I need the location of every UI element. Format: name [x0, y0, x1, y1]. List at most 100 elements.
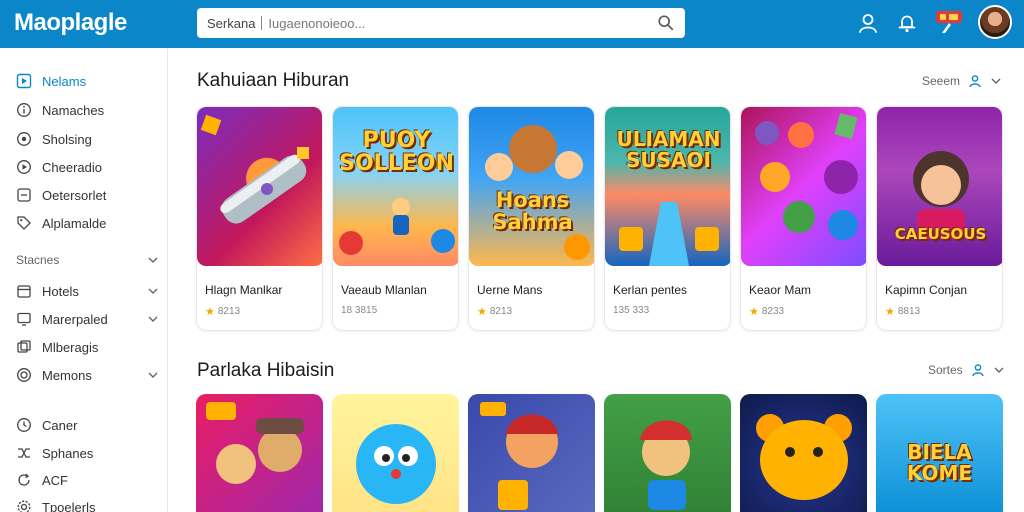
game-thumbnail[interactable]	[196, 394, 323, 512]
game-art-title: CAEUSOUS	[894, 225, 987, 243]
chevron-down-icon	[148, 257, 158, 263]
chevron-down-icon	[148, 288, 158, 294]
game-thumbnail[interactable]	[332, 394, 459, 512]
sidebar-item-label: Marerpaled	[42, 311, 108, 327]
sidebar-item-alplamalde[interactable]: Alplamalde	[16, 212, 161, 234]
clock-icon	[17, 418, 31, 432]
chevron-down-icon	[148, 372, 158, 378]
boy-with-hat-illustration	[640, 420, 692, 510]
game-meta-value: 8813	[897, 306, 921, 317]
game-meta-value: 8213	[489, 306, 513, 317]
game-card[interactable]: Keaor Mam ★ 8233	[740, 106, 867, 331]
sidebar-item-cheeradio[interactable]: Cheeradio	[16, 156, 161, 178]
sidebar-item-sphanes[interactable]: Sphanes	[16, 442, 161, 464]
record-icon	[17, 368, 31, 382]
sidebar-item-marerpaled[interactable]: Marerpaled	[16, 308, 161, 330]
game-meta: 18 3815	[341, 305, 377, 316]
search-input[interactable]: Serkana Iugaenonoieoo...	[197, 8, 685, 38]
game-meta: 135 333	[613, 305, 649, 316]
circle-info-icon	[17, 103, 31, 117]
chevron-down-icon	[994, 367, 1004, 373]
search-scope-label: Serkana	[207, 15, 256, 31]
user-icon[interactable]	[857, 12, 879, 34]
game-art-title: Hoans Sahma	[492, 188, 573, 235]
game-thumbnail	[741, 107, 866, 266]
search-divider	[261, 16, 263, 30]
square-icon	[17, 188, 31, 202]
game-meta-value: 8233	[761, 306, 785, 317]
stack-icon	[17, 340, 31, 353]
game-title: Uerne Mans	[477, 283, 543, 297]
game-meta: ★ 8813	[885, 305, 920, 318]
search-icon[interactable]	[657, 14, 675, 32]
game-thumbnail[interactable]	[740, 394, 867, 512]
blue-creature-illustration	[356, 424, 436, 504]
game-thumbnail: ULIAMAN SUSAOI	[605, 107, 730, 266]
search-placeholder: Iugaenonoieoo...	[268, 15, 366, 31]
game-thumbnail: PUOY SOLLEON	[333, 107, 458, 266]
game-meta: ★ 8213	[205, 305, 240, 318]
star-icon: ★	[477, 306, 487, 318]
game-card[interactable]: PUOY SOLLEON Vaeaub Mlanlan 18 3815	[332, 106, 459, 331]
circle-icon	[17, 132, 31, 146]
sidebar-item-label: Cheeradio	[42, 159, 102, 175]
game-meta-value: 8213	[217, 306, 241, 317]
sidebar-item-hotels[interactable]: Hotels	[16, 280, 161, 302]
sidebar-item-label: Sphanes	[42, 445, 94, 461]
chevron-down-icon	[991, 78, 1001, 84]
game-title: Kerlan pentes	[613, 283, 688, 297]
game-card[interactable]: CAEUSOUS Kapimn Conjan ★ 8813	[876, 106, 1003, 331]
user-filter-icon	[969, 75, 981, 88]
game-card[interactable]: Hlagn Manlkar ★ 8213	[196, 106, 323, 331]
section-filter-label: Seeem	[922, 74, 961, 88]
game-thumbnail[interactable]	[468, 394, 595, 512]
sidebar-item-label: Alplamalde	[42, 215, 107, 231]
sidebar-item-caner[interactable]: Caner	[16, 414, 161, 436]
sidebar-item-nelams[interactable]: Nelams	[16, 70, 161, 92]
sidebar-item-acf[interactable]: ACF	[16, 469, 161, 491]
sidebar-item-memons[interactable]: Memons	[16, 364, 161, 386]
sidebar-item-tpoelerls[interactable]: Tpoelerls	[16, 496, 161, 512]
sidebar-group-header[interactable]: Stacnes	[16, 250, 161, 270]
sidebar-item-mlberagis[interactable]: Mlberagis	[16, 336, 161, 358]
sidebar-item-sholsing[interactable]: Sholsing	[16, 128, 161, 150]
app-logo[interactable]: Maoplagle	[14, 9, 127, 37]
sidebar-item-label: Namaches	[42, 102, 105, 118]
section-filter-control[interactable]: Sortes	[928, 363, 1005, 377]
star-icon: ★	[885, 306, 895, 318]
gear-icon	[17, 500, 31, 512]
game-card[interactable]: ULIAMAN SUSAOI Kerlan pentes 135 333	[604, 106, 731, 331]
game-card[interactable]: Hoans Sahma Uerne Mans ★ 8213	[468, 106, 595, 331]
tag-icon	[17, 216, 31, 230]
circle-play-icon	[17, 160, 31, 174]
sidebar-item-label: Nelams	[42, 73, 87, 89]
chevron-down-icon	[148, 316, 158, 322]
game-thumbnail[interactable]: BIELA KOME	[876, 394, 1003, 512]
game-thumbnail[interactable]	[604, 394, 731, 512]
game-meta-value: 18 3815	[341, 305, 378, 316]
game-art-title: PUOY SOLLEON	[339, 128, 454, 177]
user-filter-icon	[971, 364, 984, 377]
sidebar-item-label: Mlberagis	[42, 339, 99, 355]
rewards-badge-icon[interactable]	[934, 9, 964, 35]
animal-characters-illustration	[485, 125, 590, 260]
sidebar-item-label: ACF	[42, 472, 68, 488]
bell-icon[interactable]	[896, 12, 918, 34]
game-art-title: ULIAMAN SUSAOI	[616, 127, 721, 172]
game-thumbnail: CAEUSOUS	[877, 107, 1002, 266]
sidebar-item-namaches[interactable]: Namaches	[16, 99, 161, 121]
section-filter-control[interactable]: Seeem	[922, 74, 1002, 88]
sidebar-item-oetersorlet[interactable]: Oetersorlet	[16, 184, 161, 206]
game-title: Hlagn Manlkar	[205, 283, 283, 297]
section-filter-label: Sortes	[928, 363, 963, 377]
boy-illustration	[480, 402, 558, 510]
avatar[interactable]	[978, 5, 1012, 39]
sidebar-item-label: Caner	[42, 417, 78, 433]
game-meta-value: 135 333	[613, 305, 650, 316]
top-bar: Maoplagle Serkana Iugaenonoieoo...	[0, 0, 1024, 48]
sidebar-item-label: Oetersorlet	[42, 187, 107, 203]
orange-creature-illustration	[756, 414, 852, 500]
screen-icon	[17, 312, 31, 326]
kids-illustration	[206, 402, 304, 484]
sidebar: Nelams Namaches Sholsing Cheeradio Oeter…	[0, 48, 168, 512]
